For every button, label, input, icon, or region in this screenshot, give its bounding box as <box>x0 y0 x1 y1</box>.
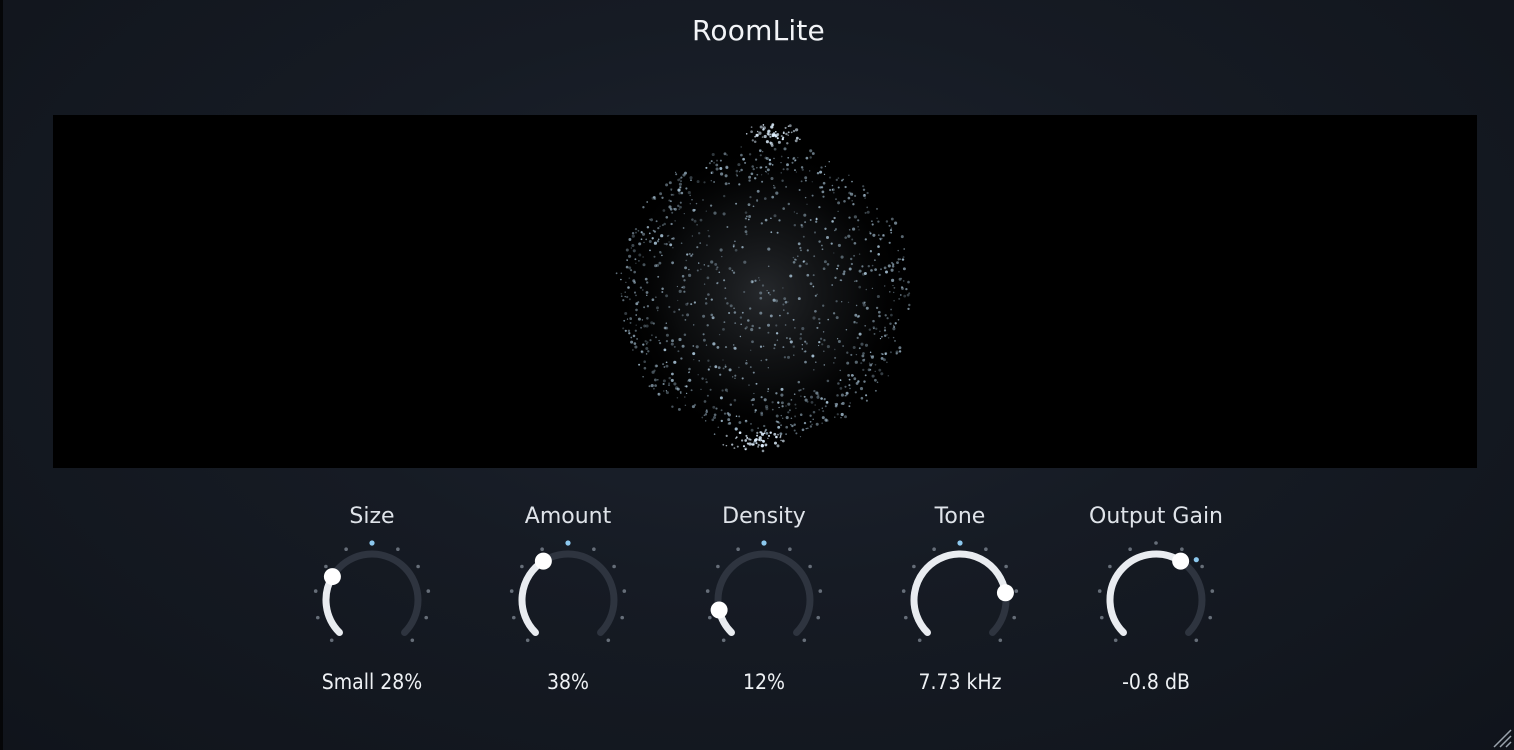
knob-handle <box>1172 552 1190 570</box>
amount-value: 38% <box>547 670 589 694</box>
knob-value-arc <box>1106 550 1185 637</box>
plugin-window: RoomLite Size Small 28% Amount 38% Densi… <box>0 0 1514 750</box>
amount-control: Amount 38% <box>470 500 666 710</box>
knob-handle <box>534 552 552 570</box>
size-control: Size Small 28% <box>274 500 470 710</box>
output-gain-label: Output Gain <box>1089 504 1223 529</box>
tone-knob[interactable] <box>900 538 1020 658</box>
particle-sphere <box>614 123 914 453</box>
reverb-visualizer <box>53 115 1477 468</box>
tone-control: Tone 7.73 kHz <box>862 500 1058 710</box>
knob-value-arc <box>910 550 1009 637</box>
knob-handle <box>996 584 1014 602</box>
density-control: Density 12% <box>666 500 862 710</box>
output-gain-control: Output Gain -0.8 dB <box>1058 500 1254 710</box>
density-value: 12% <box>743 670 785 694</box>
size-value: Small 28% <box>321 670 423 694</box>
size-knob[interactable] <box>312 538 432 658</box>
output-gain-knob[interactable] <box>1096 538 1216 658</box>
amount-knob[interactable] <box>508 538 628 658</box>
resize-grip-icon[interactable] <box>1490 726 1512 748</box>
amount-label: Amount <box>524 504 612 529</box>
knob-default-marker <box>1193 557 1199 563</box>
knob-default-marker <box>565 540 571 546</box>
knob-track <box>714 550 814 637</box>
density-knob[interactable] <box>704 538 824 658</box>
density-label: Density <box>722 504 806 529</box>
knob-default-marker <box>957 540 963 546</box>
tone-label: Tone <box>934 504 986 529</box>
knob-value-arc <box>518 557 547 637</box>
size-label: Size <box>349 504 395 529</box>
knob-handle <box>710 601 728 619</box>
tone-value: 7.73 kHz <box>918 670 1002 694</box>
plugin-title: RoomLite <box>692 14 825 47</box>
knob-track <box>322 550 422 637</box>
knob-handle <box>323 568 341 586</box>
knob-default-marker <box>761 540 767 546</box>
output-gain-value: -0.8 dB <box>1122 670 1190 694</box>
knob-default-marker <box>369 540 375 546</box>
